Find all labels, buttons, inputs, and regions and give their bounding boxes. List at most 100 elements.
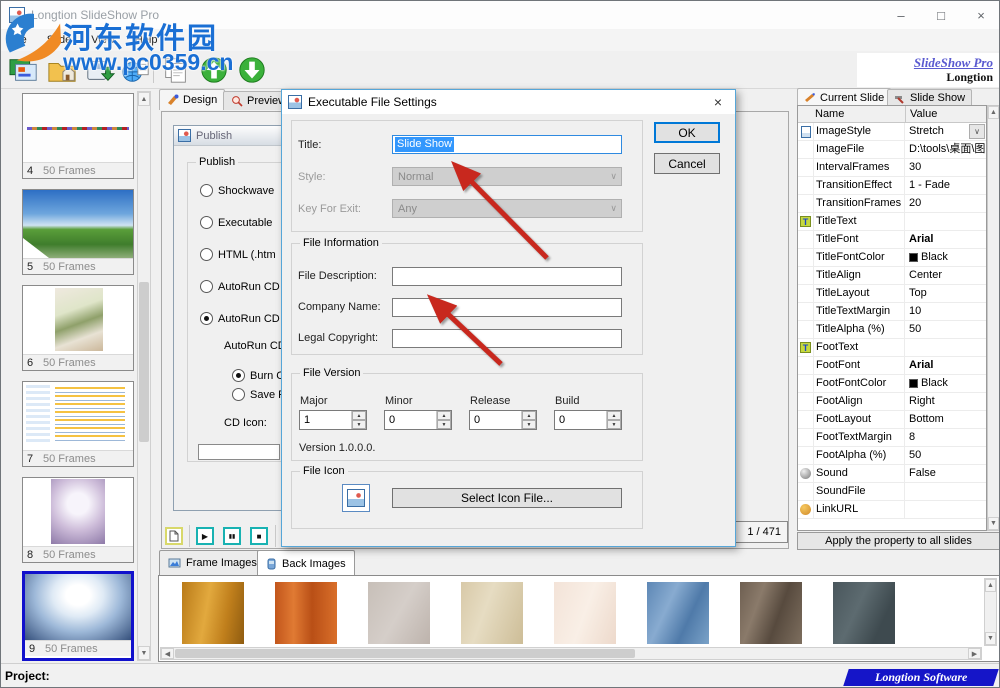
property-row[interactable]: TitleFontArial xyxy=(798,231,986,249)
property-row[interactable]: SoundFile xyxy=(798,483,986,501)
slide-thumbnail-7[interactable]: 750 Frames xyxy=(22,381,134,467)
radio-executable[interactable] xyxy=(200,216,213,229)
slide-thumbnail-9-selected[interactable]: 950 Frames xyxy=(22,571,134,661)
save-icon[interactable] xyxy=(85,55,115,85)
prop-value[interactable]: Bottom xyxy=(909,411,944,428)
title-input[interactable]: Slide Show xyxy=(392,135,622,154)
scrollbar-down-arrow[interactable]: ▼ xyxy=(985,632,996,645)
prop-value[interactable]: False xyxy=(909,465,936,482)
select-icon-file-button[interactable]: Select Icon File... xyxy=(392,488,622,508)
cancel-button[interactable]: Cancel xyxy=(654,153,720,174)
slide-thumbnail-8[interactable]: 850 Frames xyxy=(22,477,134,563)
slideshow-icon[interactable] xyxy=(9,55,39,85)
up-arrow-icon[interactable]: ▲ xyxy=(352,411,366,420)
tab-slide-show[interactable]: Slide Show xyxy=(887,89,972,106)
prop-value[interactable]: Center xyxy=(909,267,942,284)
up-arrow-icon[interactable]: ▲ xyxy=(607,411,621,420)
prop-value[interactable]: Black xyxy=(921,375,948,392)
menu-slide[interactable]: Slide xyxy=(47,34,71,46)
prop-value[interactable]: 30 xyxy=(909,159,921,176)
pause-button[interactable]: ▮▮ xyxy=(223,527,241,545)
radio-burn-cd[interactable] xyxy=(232,369,245,382)
property-row[interactable]: TitleTextMargin10 xyxy=(798,303,986,321)
prop-value[interactable]: Right xyxy=(909,393,935,410)
tab-frame-images[interactable]: Frame Images xyxy=(159,550,266,575)
scrollbar-down-arrow[interactable]: ▼ xyxy=(138,646,150,660)
property-grid-scrollbar[interactable]: ▲ ▼ xyxy=(987,105,1000,531)
minor-stepper[interactable]: 0▲▼ xyxy=(384,410,452,430)
prop-value[interactable]: Stretch xyxy=(909,123,944,140)
texture-thumbnail-paper-cream[interactable] xyxy=(554,582,616,644)
close-button[interactable]: × xyxy=(961,1,1000,29)
texture-thumbnail-paper-beige[interactable] xyxy=(461,582,523,644)
property-row[interactable]: TitleAlignCenter xyxy=(798,267,986,285)
maximize-button[interactable]: □ xyxy=(921,1,961,29)
texture-thumbnail-stone-dark[interactable] xyxy=(833,582,895,644)
file-description-input[interactable] xyxy=(392,267,622,286)
property-row[interactable]: LinkURL xyxy=(798,501,986,519)
property-row[interactable]: FootAlignRight xyxy=(798,393,986,411)
property-row[interactable]: TFootText xyxy=(798,339,986,357)
ok-button[interactable]: OK xyxy=(654,122,720,143)
property-row[interactable]: SoundFalse xyxy=(798,465,986,483)
menu-view[interactable]: View xyxy=(91,34,115,46)
scrollbar-thumb[interactable] xyxy=(139,282,149,442)
up-arrow-icon[interactable]: ▲ xyxy=(522,411,536,420)
property-row[interactable]: ImageFileD:\tools\桌面\图 xyxy=(798,141,986,159)
texture-thumbnail-wood-amber[interactable] xyxy=(182,582,244,644)
textures-horizontal-scrollbar[interactable]: ◀ ▶ xyxy=(160,647,982,660)
publish-web-icon[interactable] xyxy=(121,55,151,85)
prop-value[interactable]: 50 xyxy=(909,321,921,338)
company-name-input[interactable] xyxy=(392,298,622,317)
property-row[interactable]: FootFontArial xyxy=(798,357,986,375)
prop-value[interactable]: Top xyxy=(909,285,927,302)
down-arrow-icon[interactable]: ▼ xyxy=(352,420,366,429)
property-row[interactable]: IntervalFrames30 xyxy=(798,159,986,177)
down-arrow-icon[interactable]: ▼ xyxy=(437,420,451,429)
property-row[interactable]: TitleFontColorBlack xyxy=(798,249,986,267)
file-icon-preview-button[interactable] xyxy=(342,484,370,512)
dialog-close-button[interactable]: × xyxy=(709,94,727,110)
menu-file[interactable]: File xyxy=(9,34,27,46)
property-row[interactable]: FootLayoutBottom xyxy=(798,411,986,429)
prop-value[interactable]: 10 xyxy=(909,303,921,320)
radio-autorun-cd1[interactable] xyxy=(200,280,213,293)
build-stepper[interactable]: 0▲▼ xyxy=(554,410,622,430)
prop-value[interactable]: 1 - Fade xyxy=(909,177,950,194)
property-row[interactable]: TransitionFrames20 xyxy=(798,195,986,213)
texture-thumbnail-bark-brown[interactable] xyxy=(740,582,802,644)
move-up-icon[interactable] xyxy=(199,55,229,85)
property-row[interactable]: TransitionEffect1 - Fade xyxy=(798,177,986,195)
play-button[interactable]: ▶ xyxy=(196,527,214,545)
prop-value[interactable]: 8 xyxy=(909,429,915,446)
property-row[interactable]: TitleAlpha (%)50 xyxy=(798,321,986,339)
tab-design[interactable]: Design xyxy=(159,89,225,110)
major-stepper[interactable]: 1▲▼ xyxy=(299,410,367,430)
down-arrow-icon[interactable]: ▼ xyxy=(607,420,621,429)
scrollbar-up-arrow[interactable]: ▲ xyxy=(988,106,999,119)
slide-list-scrollbar[interactable]: ▲ ▼ xyxy=(137,91,151,661)
slide-thumbnail-6[interactable]: 650 Frames xyxy=(22,285,134,371)
move-down-icon[interactable] xyxy=(237,55,267,85)
menu-help[interactable]: Help xyxy=(135,34,158,46)
prop-value[interactable]: 20 xyxy=(909,195,921,212)
property-row[interactable]: TitleLayoutTop xyxy=(798,285,986,303)
property-row[interactable]: ImageStyleStretch∨ xyxy=(798,123,986,141)
tab-back-images[interactable]: Back Images xyxy=(257,550,355,576)
texture-thumbnail-marble-gray[interactable] xyxy=(368,582,430,644)
radio-shockwave[interactable] xyxy=(200,184,213,197)
up-arrow-icon[interactable]: ▲ xyxy=(437,411,451,420)
texture-thumbnail-water-blue[interactable] xyxy=(647,582,709,644)
property-row[interactable]: FootTextMargin8 xyxy=(798,429,986,447)
dropdown-button[interactable]: ∨ xyxy=(969,124,985,139)
scrollbar-down-arrow[interactable]: ▼ xyxy=(988,517,999,530)
radio-autorun-cd2-selected[interactable] xyxy=(200,312,213,325)
textures-vertical-scrollbar[interactable]: ▲ ▼ xyxy=(984,578,997,646)
scrollbar-left-arrow[interactable]: ◀ xyxy=(161,648,174,659)
open-project-icon[interactable] xyxy=(47,55,77,85)
property-row[interactable]: TTitleText xyxy=(798,213,986,231)
property-row[interactable]: FootFontColorBlack xyxy=(798,375,986,393)
new-slide-button[interactable] xyxy=(165,527,183,545)
dialog-titlebar[interactable]: Executable File Settings × xyxy=(282,90,735,114)
prop-value[interactable]: D:\tools\桌面\图 xyxy=(909,141,985,158)
